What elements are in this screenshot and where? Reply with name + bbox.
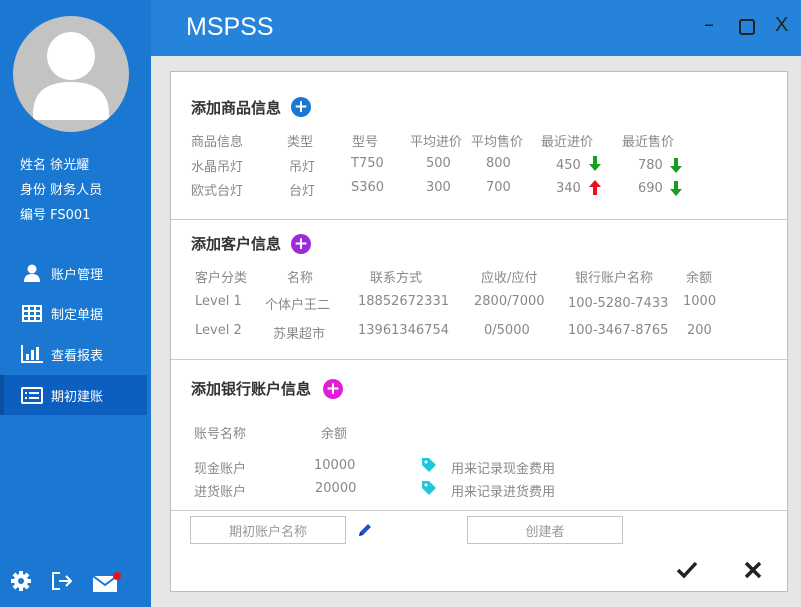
goods-header-avg-out: 平均售价: [471, 135, 524, 150]
bar-chart-icon: [21, 344, 43, 364]
bank-section-title: 添加银行账户信息: [191, 380, 312, 398]
customer-header-ar-ap: 应收/应付: [481, 271, 538, 286]
add-goods-button[interactable]: +: [291, 97, 311, 117]
add-bank-account-button[interactable]: +: [323, 379, 343, 399]
customer-cell-balance: 200: [687, 323, 712, 338]
bank-header-balance: 余额: [321, 427, 348, 442]
customer-header-name: 名称: [287, 271, 314, 286]
nav-item-opening-accounts[interactable]: 期初建账: [0, 375, 147, 415]
gear-icon[interactable]: [11, 571, 31, 591]
goods-cell-type: 台灯: [289, 184, 316, 199]
bank-cell-amount: 10000: [314, 458, 356, 473]
customer-cell-bank: 100-5280-7433: [568, 296, 669, 311]
close-window-button[interactable]: X: [775, 14, 788, 37]
customer-cell-ar-ap: 2800/7000: [474, 294, 545, 309]
section-divider: [171, 219, 787, 220]
nav-item-create-documents[interactable]: 制定单据: [0, 293, 147, 333]
bank-cell-amount: 20000: [315, 481, 357, 496]
nav-item-label: 查看报表: [51, 348, 104, 364]
main-area: 添加商品信息 + 商品信息 类型 型号 平均进价 平均售价 最近进价 最近售价 …: [151, 56, 801, 607]
goods-header-last-out: 最近售价: [622, 135, 675, 150]
goods-header-model: 型号: [352, 135, 379, 150]
arrow-down-icon: [670, 181, 682, 196]
app-title: MSPSS: [186, 13, 274, 41]
arrow-up-icon: [589, 180, 601, 195]
logout-icon[interactable]: [51, 571, 73, 591]
user-avatar-icon: [33, 32, 109, 120]
section-divider: [171, 510, 787, 511]
user-name: 姓名 徐光耀: [20, 158, 90, 173]
table-icon: [21, 303, 43, 323]
goods-cell-name: 水晶吊灯: [191, 160, 244, 175]
goods-cell-avg-out: 800: [486, 156, 511, 171]
user-icon: [21, 263, 43, 283]
add-customer-button[interactable]: +: [291, 234, 311, 254]
section-divider: [171, 359, 787, 360]
customer-cell-name: 个体户王二: [265, 298, 331, 313]
goods-cell-type: 吊灯: [289, 160, 316, 175]
list-icon: [21, 385, 43, 405]
customer-cell-level: Level 1: [195, 294, 242, 309]
customer-cell-balance: 1000: [683, 294, 717, 309]
customer-header-bank: 银行账户名称: [575, 271, 654, 286]
bank-cell-note: 用来记录进货费用: [451, 485, 556, 500]
bank-cell-note: 用来记录现金费用: [451, 462, 556, 477]
goods-header-type: 类型: [287, 135, 314, 150]
notification-dot: [113, 572, 121, 580]
goods-cell-last-out: 780: [638, 158, 663, 173]
sidebar: 姓名 徐光耀 身份 财务人员 编号 FS001 账户管理 制定单据 查看报表 期…: [0, 0, 151, 607]
confirm-checkmark-button[interactable]: [676, 561, 698, 579]
tag-icon: [422, 481, 436, 495]
avatar[interactable]: [13, 16, 129, 132]
customer-header-contact: 联系方式: [370, 271, 423, 286]
customer-cell-phone: 13961346754: [358, 323, 449, 338]
goods-cell-last-in: 340: [556, 181, 581, 196]
mail-icon[interactable]: [92, 571, 122, 593]
tag-icon: [422, 458, 436, 472]
goods-header-avg-in: 平均进价: [410, 135, 463, 150]
customer-section-title: 添加客户信息: [191, 235, 282, 253]
bank-cell-name: 现金账户: [194, 462, 247, 477]
goods-cell-avg-out: 700: [486, 180, 511, 195]
user-id: 编号 FS001: [20, 208, 91, 223]
arrow-down-icon: [670, 158, 682, 173]
cancel-x-button[interactable]: [744, 561, 762, 579]
goods-cell-avg-in: 300: [426, 180, 451, 195]
maximize-button[interactable]: [739, 19, 755, 39]
goods-cell-last-out: 690: [638, 181, 663, 196]
arrow-down-icon: [589, 156, 601, 171]
customer-cell-name: 苏果超市: [273, 327, 326, 342]
opening-account-name-input[interactable]: 期初账户名称: [190, 516, 346, 544]
customer-header-balance: 余额: [686, 271, 713, 286]
goods-section-title: 添加商品信息: [191, 99, 282, 117]
opening-accounts-panel: 添加商品信息 + 商品信息 类型 型号 平均进价 平均售价 最近进价 最近售价 …: [170, 71, 788, 592]
nav-item-account-management[interactable]: 账户管理: [0, 253, 147, 293]
bank-header-name: 账号名称: [194, 427, 247, 442]
title-bar: MSPSS – X: [151, 0, 801, 56]
creator-input[interactable]: 创建者: [467, 516, 623, 544]
customer-header-category: 客户分类: [195, 271, 248, 286]
nav-item-label: 制定单据: [51, 307, 104, 323]
customer-cell-level: Level 2: [195, 323, 242, 338]
pencil-icon[interactable]: [357, 522, 373, 538]
user-role: 身份 财务人员: [20, 183, 103, 198]
customer-cell-phone: 18852672331: [358, 294, 449, 309]
nav-item-label: 账户管理: [51, 267, 104, 283]
goods-cell-avg-in: 500: [426, 156, 451, 171]
customer-cell-bank: 100-3467-8765: [568, 323, 669, 338]
goods-cell-last-in: 450: [556, 158, 581, 173]
goods-cell-name: 欧式台灯: [191, 184, 244, 199]
nav-item-label: 期初建账: [51, 389, 104, 405]
minimize-button[interactable]: –: [704, 12, 714, 36]
nav-item-view-reports[interactable]: 查看报表: [0, 334, 147, 374]
goods-cell-model: S360: [351, 180, 385, 195]
bank-cell-name: 进货账户: [194, 485, 247, 500]
goods-cell-model: T750: [351, 156, 384, 171]
goods-header-last-in: 最近进价: [541, 135, 594, 150]
customer-cell-ar-ap: 0/5000: [484, 323, 530, 338]
goods-header-name: 商品信息: [191, 135, 244, 150]
